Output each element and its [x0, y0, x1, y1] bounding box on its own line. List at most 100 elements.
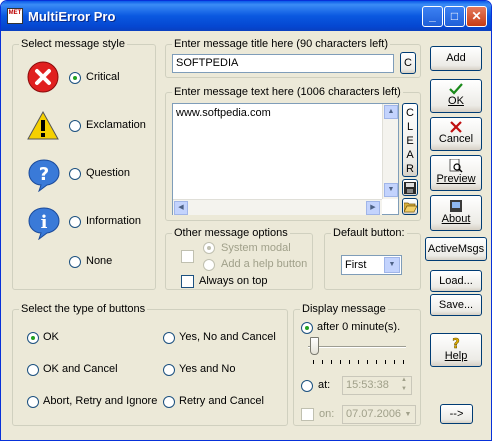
- vertical-scrollbar[interactable]: ▲ ▼: [382, 104, 398, 199]
- label-system-modal: System modal: [221, 242, 291, 254]
- save-text-button[interactable]: [402, 179, 418, 196]
- question-icon: ?: [28, 159, 60, 192]
- radio-exclamation[interactable]: [69, 120, 81, 132]
- horizontal-scrollbar[interactable]: ◀ ▶: [173, 199, 382, 215]
- label-none: None: [86, 255, 113, 267]
- message-style-legend: Select message style: [19, 38, 127, 50]
- time-value: 15:53:38: [346, 379, 389, 391]
- radio-retry-cancel[interactable]: [163, 396, 175, 408]
- text-group: Enter message text here (1006 characters…: [165, 86, 421, 221]
- label-question: Question: [86, 167, 131, 179]
- exclamation-icon: [27, 110, 59, 140]
- radio-system-modal[interactable]: [203, 242, 215, 254]
- information-icon: i: [28, 207, 60, 240]
- on-date-checkbox[interactable]: [301, 408, 314, 421]
- spin-down-icon[interactable]: ▼: [397, 386, 411, 394]
- label-abort-retry-ignore: Abort, Retry and Ignore: [43, 395, 158, 407]
- default-button-group: Default button: First ▼: [324, 227, 421, 290]
- modal-checkbox[interactable]: [181, 250, 194, 263]
- about-icon: [450, 200, 462, 212]
- app-icon-text: MET: [8, 10, 22, 16]
- minutes-slider-handle[interactable]: [310, 337, 319, 355]
- date-dropdown-icon[interactable]: ▼: [401, 407, 415, 422]
- cancel-button[interactable]: Cancel: [430, 117, 482, 151]
- title-group: Enter message title here (90 characters …: [165, 38, 421, 78]
- radio-add-help[interactable]: [203, 259, 215, 271]
- radio-at-time[interactable]: [301, 380, 313, 392]
- radio-ok-cancel[interactable]: [27, 364, 39, 376]
- app-icon: MET: [7, 8, 23, 24]
- active-msgs-button[interactable]: ActiveMsgs: [425, 237, 487, 261]
- title-input[interactable]: SOFTPEDIA: [172, 54, 394, 73]
- scroll-up-icon[interactable]: ▲: [384, 105, 398, 119]
- chevron-down-icon[interactable]: ▼: [384, 257, 400, 273]
- label-information: Information: [86, 215, 142, 227]
- maximize-button[interactable]: □: [444, 6, 465, 27]
- message-text-value: www.softpedia.com: [176, 107, 271, 119]
- time-input[interactable]: 15:53:38 ▲ ▼: [342, 376, 412, 395]
- default-button-select[interactable]: First ▼: [341, 255, 402, 275]
- date-value: 07.07.2006: [346, 408, 402, 420]
- scroll-left-icon[interactable]: ◀: [174, 201, 188, 215]
- ok-button[interactable]: OK: [430, 79, 482, 113]
- message-style-group: Select message style Critical Exclamatio…: [12, 38, 156, 290]
- scroll-right-icon[interactable]: ▶: [366, 201, 380, 215]
- radio-ok[interactable]: [27, 332, 39, 344]
- radio-question[interactable]: [69, 168, 81, 180]
- label-after-minutes: after 0 minute(s).: [317, 321, 401, 333]
- load-button[interactable]: Load...: [430, 270, 482, 292]
- slider-ticks: [313, 360, 404, 364]
- cancel-button-label: Cancel: [438, 133, 474, 145]
- add-button[interactable]: Add: [430, 46, 482, 71]
- message-text-area[interactable]: www.softpedia.com ▲ ▼ ◀ ▶: [172, 103, 399, 215]
- display-message-legend: Display message: [300, 303, 388, 315]
- clear-letter: R: [406, 163, 414, 175]
- spin-up-icon[interactable]: ▲: [397, 377, 411, 385]
- minimize-button[interactable]: _: [422, 6, 443, 27]
- label-at-time: at:: [318, 379, 331, 391]
- about-button-label: About: [441, 213, 471, 225]
- radio-information[interactable]: [69, 216, 81, 228]
- main-window: MET MultiError Pro _ □ ✕ Select message …: [0, 0, 492, 441]
- radio-after-minutes[interactable]: [301, 322, 313, 334]
- radio-none[interactable]: [69, 256, 81, 268]
- radio-abort-retry-ignore[interactable]: [27, 396, 39, 408]
- label-ok: OK: [43, 331, 59, 343]
- title-bar[interactable]: MET MultiError Pro _ □ ✕: [1, 1, 491, 31]
- always-on-top-checkbox[interactable]: [181, 275, 194, 288]
- close-button[interactable]: ✕: [466, 6, 487, 27]
- radio-critical[interactable]: [69, 72, 81, 84]
- clear-letter: E: [406, 135, 414, 147]
- critical-icon: [27, 61, 59, 93]
- label-add-help: Add a help button: [221, 258, 308, 270]
- preview-button[interactable]: Preview: [430, 155, 482, 191]
- more-button[interactable]: -->: [440, 404, 473, 424]
- scroll-down-icon[interactable]: ▼: [384, 183, 398, 197]
- about-button[interactable]: About: [430, 195, 482, 231]
- other-options-group: Other message options System modal Add a…: [165, 227, 313, 290]
- radio-yes-no-cancel[interactable]: [163, 332, 175, 344]
- window-title: MultiError Pro: [28, 9, 116, 24]
- help-button-label: Help: [444, 350, 468, 362]
- label-yes-no: Yes and No: [179, 363, 236, 375]
- label-on-date: on:: [319, 408, 335, 420]
- display-message-group: Display message after 0 minute(s). at: 1…: [293, 303, 421, 426]
- date-input[interactable]: 07.07.2006 ▼: [342, 405, 416, 424]
- save-button[interactable]: Save...: [430, 294, 482, 316]
- default-button-value: First: [345, 259, 367, 271]
- clear-letter: C: [406, 107, 414, 119]
- folder-open-icon: [402, 202, 418, 213]
- help-button[interactable]: ? Help: [430, 333, 482, 367]
- svg-text:?: ?: [39, 164, 49, 185]
- clear-title-button[interactable]: C: [400, 52, 416, 74]
- label-yes-no-cancel: Yes, No and Cancel: [179, 331, 276, 343]
- title-group-legend: Enter message title here (90 characters …: [172, 38, 390, 50]
- open-text-button[interactable]: [402, 198, 418, 215]
- clear-letter: A: [406, 149, 414, 161]
- clear-letter: L: [406, 121, 414, 133]
- clear-text-button[interactable]: C L E A R: [402, 103, 418, 177]
- ok-button-label: OK: [448, 95, 464, 107]
- minutes-slider-track[interactable]: [308, 346, 406, 348]
- radio-yes-no[interactable]: [163, 364, 175, 376]
- button-type-legend: Select the type of buttons: [19, 303, 148, 315]
